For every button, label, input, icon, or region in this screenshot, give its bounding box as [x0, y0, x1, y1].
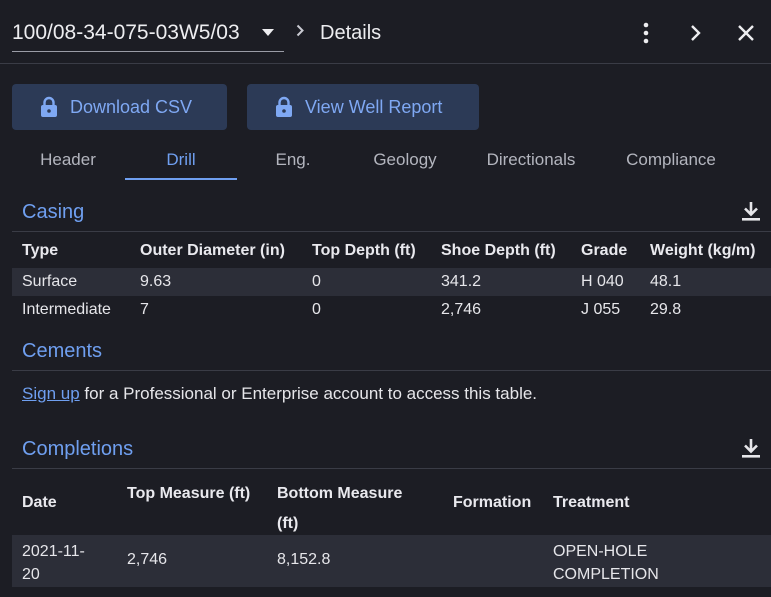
casing-cell: 0: [312, 273, 321, 290]
casing-title: Casing: [22, 201, 85, 223]
close-button[interactable]: [731, 18, 761, 48]
casing-cell: Surface: [22, 273, 78, 290]
tab-header[interactable]: Header: [12, 150, 124, 180]
divider: [12, 231, 771, 232]
completions-cell: OPEN-HOLE COMPLETION: [553, 543, 659, 583]
completions-cell: 2021-11-20: [22, 543, 85, 583]
page-title: Details: [320, 22, 382, 44]
completions-col-formation: Formation: [453, 494, 532, 511]
well-id: 100/08-34-075-03W5/03: [12, 21, 240, 44]
tab-eng[interactable]: Eng.: [237, 150, 349, 180]
casing-cell: 29.8: [650, 301, 682, 318]
sign-up-link[interactable]: Sign up: [22, 384, 80, 403]
download-csv-label: Download CSV: [70, 96, 193, 117]
top-bar: 100/08-34-075-03W5/03 Details: [0, 0, 771, 64]
casing-col-shoe-depth: Shoe Depth (ft): [441, 242, 556, 259]
chevron-right-icon: [691, 25, 701, 41]
well-selector[interactable]: 100/08-34-075-03W5/03: [12, 14, 284, 52]
tab-compliance[interactable]: Compliance: [612, 150, 730, 180]
breadcrumb-chevron-icon: [296, 24, 304, 37]
completions-col-treatment: Treatment: [553, 494, 630, 511]
casing-cell: 2,746: [441, 301, 482, 318]
completions-title: Completions: [22, 438, 134, 460]
download-icon[interactable]: [739, 436, 763, 460]
casing-col-weight: Weight (kg/m): [650, 242, 756, 259]
casing-cell: 9.63: [140, 273, 172, 290]
view-well-report-label: View Well Report: [305, 96, 443, 117]
completions-col-top-measure: Top Measure (ft): [127, 485, 251, 502]
close-icon: [738, 25, 754, 41]
download-csv-button[interactable]: Download CSV: [12, 84, 227, 130]
more-vertical-icon: [643, 22, 649, 44]
tab-geology[interactable]: Geology: [349, 150, 461, 180]
casing-cell: 7: [140, 301, 149, 318]
completions-col-date: Date: [22, 494, 57, 511]
lock-icon: [276, 96, 292, 117]
divider: [12, 370, 771, 371]
casing-cell: Intermediate: [22, 301, 111, 318]
divider: [12, 468, 771, 469]
casing-cell: 48.1: [650, 273, 682, 290]
cements-title: Cements: [22, 340, 103, 362]
casing-col-grade: Grade: [581, 242, 628, 259]
chevron-down-icon: [262, 29, 274, 36]
completions-col-bottom-measure: Bottom Measure (ft): [277, 485, 403, 532]
casing-cell: H 040: [581, 273, 624, 290]
view-well-report-button[interactable]: View Well Report: [247, 84, 479, 130]
casing-cell: 0: [312, 301, 321, 318]
completions-cell: 2,746: [127, 551, 168, 568]
lock-icon: [41, 96, 57, 117]
completions-cell: 8,152.8: [277, 551, 331, 568]
cements-message: Sign up for a Professional or Enterprise…: [22, 384, 537, 404]
more-options-button[interactable]: [631, 18, 661, 48]
tab-drill[interactable]: Drill: [125, 150, 237, 180]
casing-col-outer-diameter: Outer Diameter (in): [140, 242, 285, 259]
tab-directionals[interactable]: Directionals: [470, 150, 592, 180]
cements-message-text: for a Professional or Enterprise account…: [84, 384, 538, 403]
download-icon[interactable]: [739, 199, 763, 223]
casing-col-type: Type: [22, 242, 59, 259]
casing-col-top-depth: Top Depth (ft): [312, 242, 416, 259]
next-button[interactable]: [681, 18, 711, 48]
casing-cell: 341.2: [441, 273, 482, 290]
casing-cell: J 055: [581, 301, 621, 318]
